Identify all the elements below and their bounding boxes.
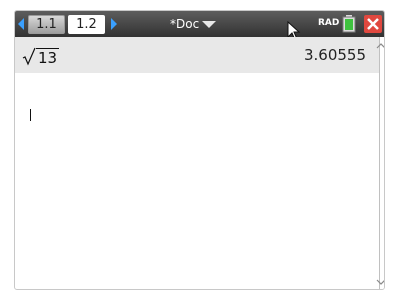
history-entry[interactable]: 13 3.60555: [15, 37, 379, 73]
tab-1-2[interactable]: 1.2: [68, 15, 105, 34]
title-bar: 1.1 1.2 *Doc RAD: [15, 11, 384, 41]
scroll-down-icon[interactable]: [376, 278, 385, 286]
sqrt-symbol: [22, 47, 36, 66]
battery-icon: [342, 15, 356, 33]
calculator-window: 1.1 1.2 *Doc RAD 13 3.60555: [14, 10, 385, 290]
input-cursor[interactable]: [30, 109, 31, 121]
tab-1-1[interactable]: 1.1: [28, 15, 65, 34]
scroll-up-icon[interactable]: [376, 42, 385, 50]
scrollbar[interactable]: [379, 37, 384, 289]
caret-down-icon[interactable]: [202, 21, 216, 28]
radicand: 13: [36, 48, 60, 67]
angle-mode-indicator: RAD: [318, 18, 340, 28]
document-title[interactable]: *Doc: [170, 16, 199, 32]
close-icon[interactable]: [364, 15, 382, 33]
chevron-left-icon[interactable]: [18, 18, 24, 30]
chevron-right-icon[interactable]: [111, 18, 117, 30]
result-value: 3.60555: [303, 46, 366, 64]
